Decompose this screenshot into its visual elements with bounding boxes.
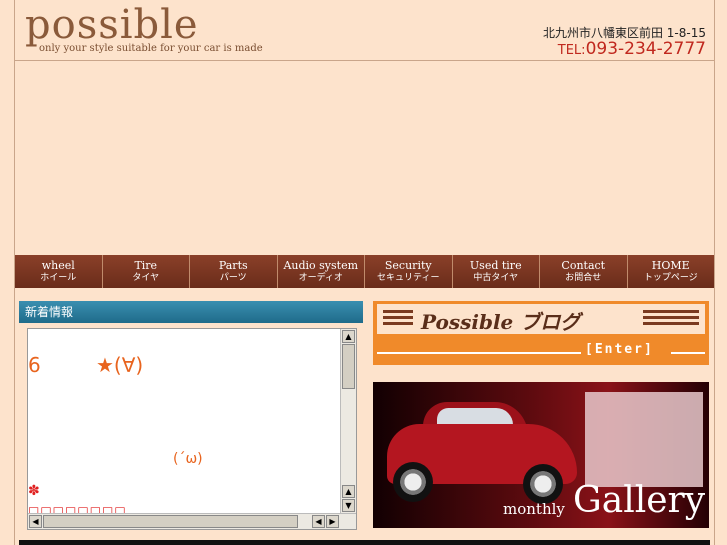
nav-label-en: Used tire — [469, 259, 522, 272]
nav-label-en: Audio system — [283, 259, 359, 272]
scroll-right-arrow-icon[interactable]: ▶ — [326, 515, 339, 528]
nav-label-jp: パーツ — [219, 273, 247, 283]
gallery-banner[interactable]: monthly Gallery — [373, 382, 709, 528]
divider — [671, 352, 705, 354]
nav-label-jp: オーディオ — [298, 273, 343, 283]
vertical-scrollbar[interactable]: ▲ ▲ ▼ — [340, 329, 356, 514]
blog-banner[interactable]: Possible ブログ [Enter] — [373, 301, 709, 365]
site-logo[interactable]: possible — [25, 2, 199, 48]
nav-item-parts[interactable]: Parts パーツ — [190, 255, 278, 288]
divider — [377, 352, 581, 354]
nav-label-en: Parts — [218, 259, 248, 272]
news-heading: 新着情報 — [19, 301, 363, 323]
news-emoticon: ★(∀) — [96, 353, 144, 377]
nav-item-wheel[interactable]: wheel ホイール — [15, 255, 103, 288]
nav-label-jp: 中古タイヤ — [473, 273, 519, 283]
horizontal-scrollbar[interactable]: ◀ ◀ ▶ — [28, 513, 356, 529]
bottom-bar — [19, 540, 710, 545]
phone-number: 093-234-2777 — [585, 39, 706, 59]
blog-enter-link[interactable]: [Enter] — [585, 342, 654, 357]
nav-label-jp: セキュリティー — [377, 273, 440, 283]
gallery-light-panel — [585, 392, 703, 487]
nav-label-jp: トップページ — [643, 273, 698, 283]
horizontal-scroll-thumb[interactable] — [43, 515, 298, 528]
nav-label-en: Security — [384, 259, 432, 272]
gallery-monthly-label: monthly — [503, 500, 565, 518]
blog-title: Possible ブログ — [421, 310, 581, 334]
scroll-left-arrow-icon[interactable]: ◀ — [312, 515, 325, 528]
scroll-up-arrow-icon[interactable]: ▲ — [342, 485, 355, 498]
news-number: 6 — [28, 353, 41, 377]
scroll-down-arrow-icon[interactable]: ▼ — [342, 499, 355, 512]
site-header: possible only your style suitable for yo… — [15, 0, 714, 61]
nav-label-en: Contact — [561, 259, 606, 272]
news-line: 6 ★(∀) — [28, 353, 143, 377]
blog-title-card: Possible ブログ — [377, 304, 705, 334]
news-frame[interactable]: 6 ★(∀) (´ω) ✽ □□□□□□□□ ▲ ▲ ▼ ◀ ◀ ▶ — [27, 328, 357, 530]
stripes-decoration — [383, 310, 413, 328]
nav-label-en: wheel — [41, 259, 75, 272]
main-nav: wheel ホイール Tire タイヤ Parts パーツ Audio system オ… — [15, 255, 714, 288]
nav-label-jp: お問合せ — [565, 273, 602, 283]
stripes-decoration — [643, 310, 699, 328]
nav-item-tire[interactable]: Tire タイヤ — [102, 255, 190, 288]
nav-item-contact[interactable]: Contact お問合せ — [540, 255, 628, 288]
page-frame: possible only your style suitable for yo… — [14, 0, 715, 545]
news-emoticon-small: (´ω) — [173, 451, 203, 467]
nav-label-jp: ホイール — [40, 273, 77, 283]
scroll-left-arrow-icon[interactable]: ◀ — [29, 515, 42, 528]
nav-label-en: Tire — [134, 259, 158, 272]
gallery-title: Gallery — [573, 480, 706, 521]
nav-label-jp: タイヤ — [132, 273, 160, 283]
nav-item-security[interactable]: Security セキュリティー — [365, 255, 453, 288]
flower-icon: ✽ — [28, 483, 40, 499]
nav-label-en: HOME — [651, 259, 690, 272]
site-tagline: only your style suitable for your car is… — [39, 43, 263, 54]
car-wheel-icon — [393, 462, 433, 502]
phone-label: TEL: — [557, 43, 586, 58]
car-wheel-icon — [523, 464, 563, 504]
nav-item-used-tire[interactable]: Used tire 中古タイヤ — [452, 255, 540, 288]
nav-item-audio[interactable]: Audio system オーディオ — [277, 255, 365, 288]
vertical-scroll-thumb[interactable] — [342, 344, 355, 389]
shop-phone: TEL:093-234-2777 — [558, 39, 706, 59]
scroll-up-arrow-icon[interactable]: ▲ — [342, 330, 355, 343]
nav-item-home[interactable]: HOME トップページ — [627, 255, 714, 288]
